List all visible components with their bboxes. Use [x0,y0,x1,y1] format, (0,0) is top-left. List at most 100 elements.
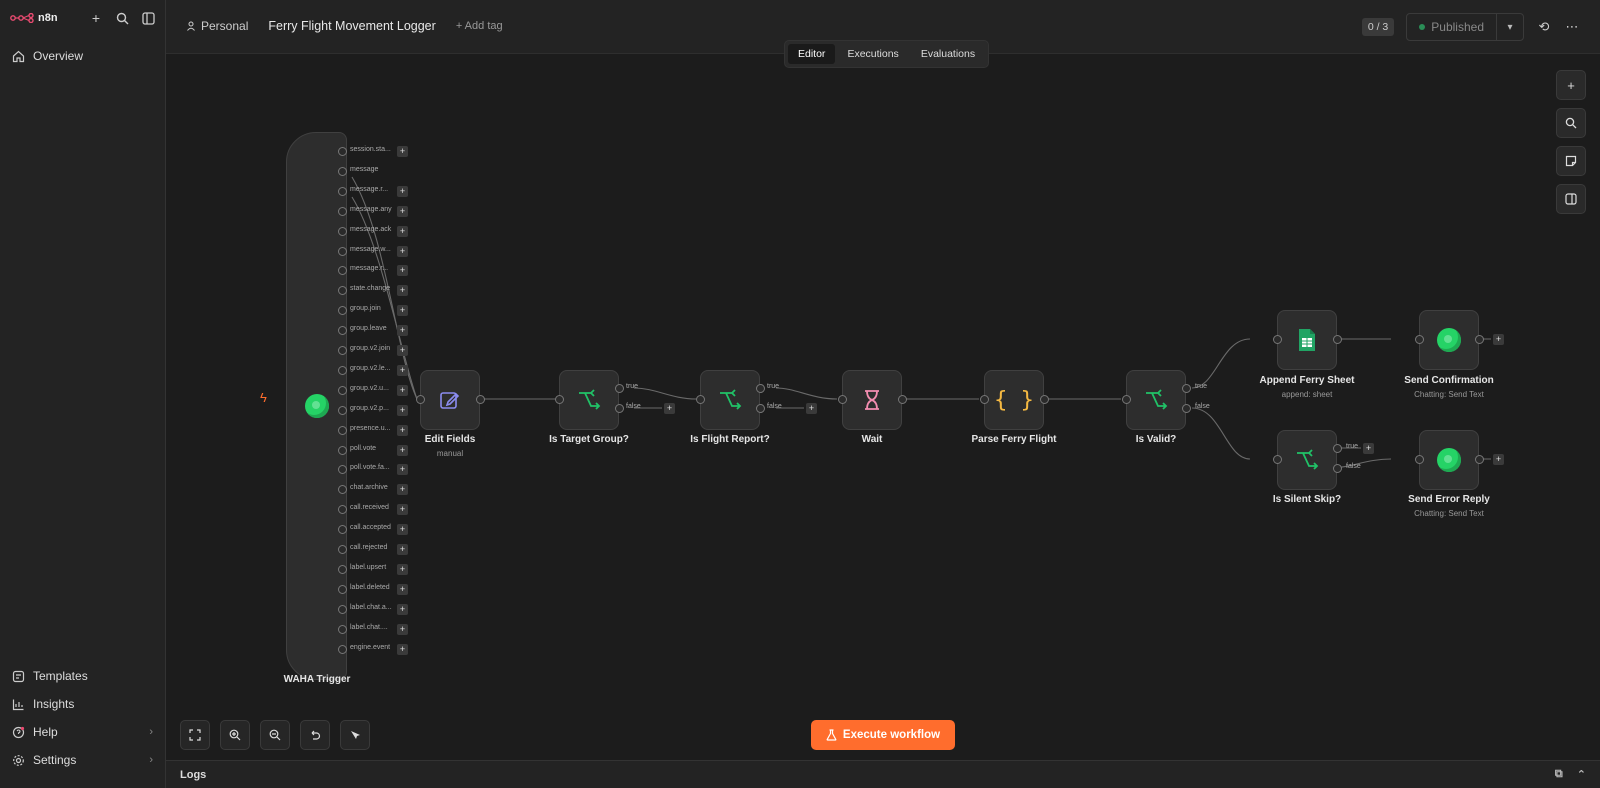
add-node-button[interactable]: + [397,444,408,456]
add-node-button[interactable]: + [397,544,408,555]
input-port[interactable] [416,395,425,404]
add-node-button[interactable]: + [397,325,408,337]
workflow-canvas[interactable]: ϟ WAHA Trigger session.sta... + message mes… [166,54,1600,760]
add-node-button[interactable]: + [664,403,675,414]
input-port[interactable] [696,395,705,404]
input-port[interactable] [980,395,989,404]
tidy-up-icon[interactable] [340,720,370,750]
trigger-output-port[interactable] [338,246,347,256]
add-node-button[interactable]: + [397,563,408,575]
plus-icon[interactable]: + [89,10,103,26]
trigger-output-port[interactable] [338,226,347,236]
pop-out-icon[interactable]: ⧉ [1555,768,1563,781]
output-port-false[interactable] [1333,464,1342,473]
expand-icon[interactable]: ⌃ [1577,768,1586,781]
output-port-true[interactable] [1182,384,1191,393]
input-port[interactable] [1415,455,1424,464]
zoom-out-icon[interactable] [260,720,290,750]
n8n-logo[interactable]: n8n [10,12,58,24]
waha-trigger-node[interactable] [286,132,347,680]
collapse-sidebar-icon[interactable] [141,11,155,25]
execute-workflow-button[interactable]: Execute workflow [811,720,955,750]
tab-executions[interactable]: Executions [837,44,908,64]
is-target-group-node[interactable] [559,370,619,430]
trigger-output-port[interactable] [338,425,347,435]
input-port[interactable] [1122,395,1131,404]
add-node-button[interactable]: + [397,185,408,197]
trigger-output-port[interactable] [338,584,347,594]
add-node-button[interactable]: + [397,384,408,396]
fit-view-icon[interactable] [180,720,210,750]
search-nodes-icon[interactable] [1556,108,1586,138]
is-valid-node[interactable] [1126,370,1186,430]
output-port-true[interactable] [756,384,765,393]
input-port[interactable] [1415,335,1424,344]
sidebar-item-insights[interactable]: Insights [0,690,165,718]
history-icon[interactable]: ⟲ [1536,19,1552,35]
output-port[interactable] [1040,395,1049,404]
trigger-output-port[interactable] [338,147,347,156]
output-port-false[interactable] [756,404,765,413]
add-node-button[interactable]: + [1493,334,1504,345]
undo-icon[interactable] [300,720,330,750]
sticky-note-icon[interactable] [1556,146,1586,176]
add-node-button[interactable]: + [397,524,408,536]
add-node-button[interactable]: + [397,364,408,376]
edit-fields-node[interactable] [420,370,480,430]
tab-evaluations[interactable]: Evaluations [911,44,985,64]
send-confirmation-node[interactable] [1419,310,1479,370]
zoom-in-icon[interactable] [220,720,250,750]
append-ferry-sheet-node[interactable] [1277,310,1337,370]
add-node-button[interactable]: + [397,305,408,317]
add-node-button[interactable]: + [397,583,408,595]
sidebar-item-settings[interactable]: Settings › [0,746,165,774]
trigger-output-port[interactable] [338,604,347,614]
add-node-button[interactable]: + [397,345,408,356]
output-port-true[interactable] [615,384,624,393]
input-port[interactable] [1273,455,1282,464]
publish-dropdown-button[interactable]: ▾ [1497,14,1523,40]
input-port[interactable] [1273,335,1282,344]
trigger-output-port[interactable] [338,644,347,654]
sidebar-item-overview[interactable]: Overview [0,42,165,70]
trigger-output-port[interactable] [338,206,347,216]
trigger-output-port[interactable] [338,564,347,574]
add-node-button[interactable]: + [397,205,408,217]
sidebar-item-templates[interactable]: Templates [0,662,165,690]
add-node-button[interactable]: + [806,403,817,414]
is-flight-report-node[interactable] [700,370,760,430]
input-port[interactable] [838,395,847,404]
trigger-output-port[interactable] [338,346,347,355]
output-port-false[interactable] [1182,404,1191,413]
add-node-button[interactable]: + [397,265,408,277]
logs-bar[interactable]: Logs ⧉ ⌃ [166,760,1600,788]
add-tag-button[interactable]: + Add tag [456,20,503,32]
output-port[interactable] [1475,455,1484,464]
add-node-button[interactable]: + [397,643,408,655]
wait-node[interactable] [842,370,902,430]
trigger-output-port[interactable] [338,385,347,395]
search-icon[interactable] [115,11,129,25]
add-node-button[interactable]: + [397,225,408,237]
workflow-name[interactable]: Ferry Flight Movement Logger [268,19,435,33]
more-options-icon[interactable]: ⋯ [1564,19,1580,35]
trigger-output-port[interactable] [338,624,347,634]
add-node-button[interactable]: + [397,285,408,297]
trigger-output-port[interactable] [338,166,347,176]
add-node-button[interactable]: + [397,603,408,615]
published-button[interactable]: Published [1407,14,1497,40]
add-node-button[interactable]: + [397,504,408,516]
add-node-button[interactable]: + [1363,443,1374,454]
add-node-button[interactable]: + [1493,454,1504,465]
output-port[interactable] [1475,335,1484,344]
trigger-output-port[interactable] [338,405,347,415]
add-node-button[interactable]: + [397,245,408,257]
add-node-button[interactable]: + [397,146,408,157]
send-error-reply-node[interactable] [1419,430,1479,490]
tab-editor[interactable]: Editor [788,44,836,64]
breadcrumb-project[interactable]: Personal [186,19,248,33]
add-node-button[interactable]: + [397,424,408,436]
output-port-false[interactable] [615,404,624,413]
add-node-icon[interactable]: + [1556,70,1586,100]
add-node-button[interactable]: + [397,404,408,416]
